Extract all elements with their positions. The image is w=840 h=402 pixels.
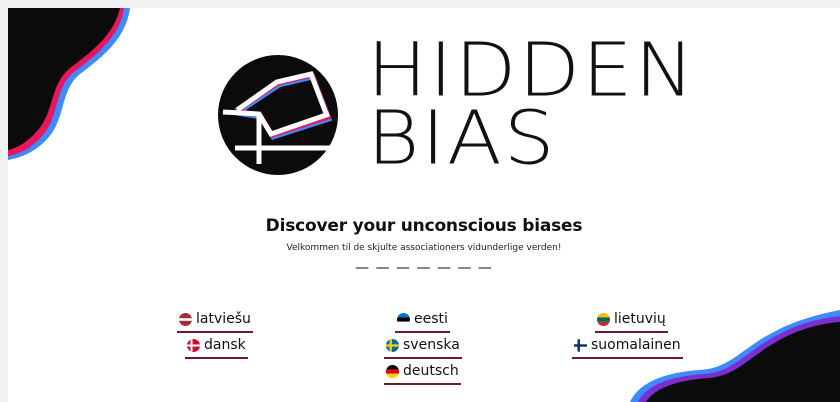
latvia-flag-icon <box>179 312 192 326</box>
language-link-finnish[interactable]: suomalainen <box>572 335 683 359</box>
denmark-flag-icon <box>187 338 200 352</box>
page-headline: Discover your unconscious biases <box>265 216 583 236</box>
language-label: lietuvių <box>614 311 666 327</box>
landing-page: HIDDEN BIAS Discover your unconscious bi… <box>8 8 840 402</box>
language-label: latviešu <box>196 311 251 327</box>
logo-text-line-2: BIAS <box>367 95 557 182</box>
language-link-latvian[interactable]: latviešu <box>177 309 253 333</box>
finland-flag-icon <box>574 338 587 352</box>
germany-flag-icon <box>386 364 399 378</box>
language-label: deutsch <box>403 363 459 379</box>
sweden-flag-icon <box>386 338 399 352</box>
language-link-danish[interactable]: dansk <box>185 335 248 359</box>
language-link-swedish[interactable]: svenska <box>384 335 462 359</box>
language-label: svenska <box>403 337 460 353</box>
language-link-german[interactable]: deutsch <box>384 361 461 385</box>
decorative-blob-top-left <box>8 8 130 160</box>
language-label: eesti <box>414 311 448 327</box>
section-divider: — — — — — — — <box>355 260 493 276</box>
logo-emblem-icon <box>218 55 338 175</box>
language-label: dansk <box>204 337 246 353</box>
language-link-estonian[interactable]: eesti <box>395 309 450 333</box>
hidden-bias-logo: HIDDEN BIAS <box>215 34 694 182</box>
language-label: suomalainen <box>591 337 681 353</box>
estonia-flag-icon <box>397 312 410 326</box>
language-link-lithuanian[interactable]: lietuvių <box>595 309 668 333</box>
page-subheadline: Velkommen til de skjulte associationers … <box>286 243 562 253</box>
lithuania-flag-icon <box>597 312 610 326</box>
